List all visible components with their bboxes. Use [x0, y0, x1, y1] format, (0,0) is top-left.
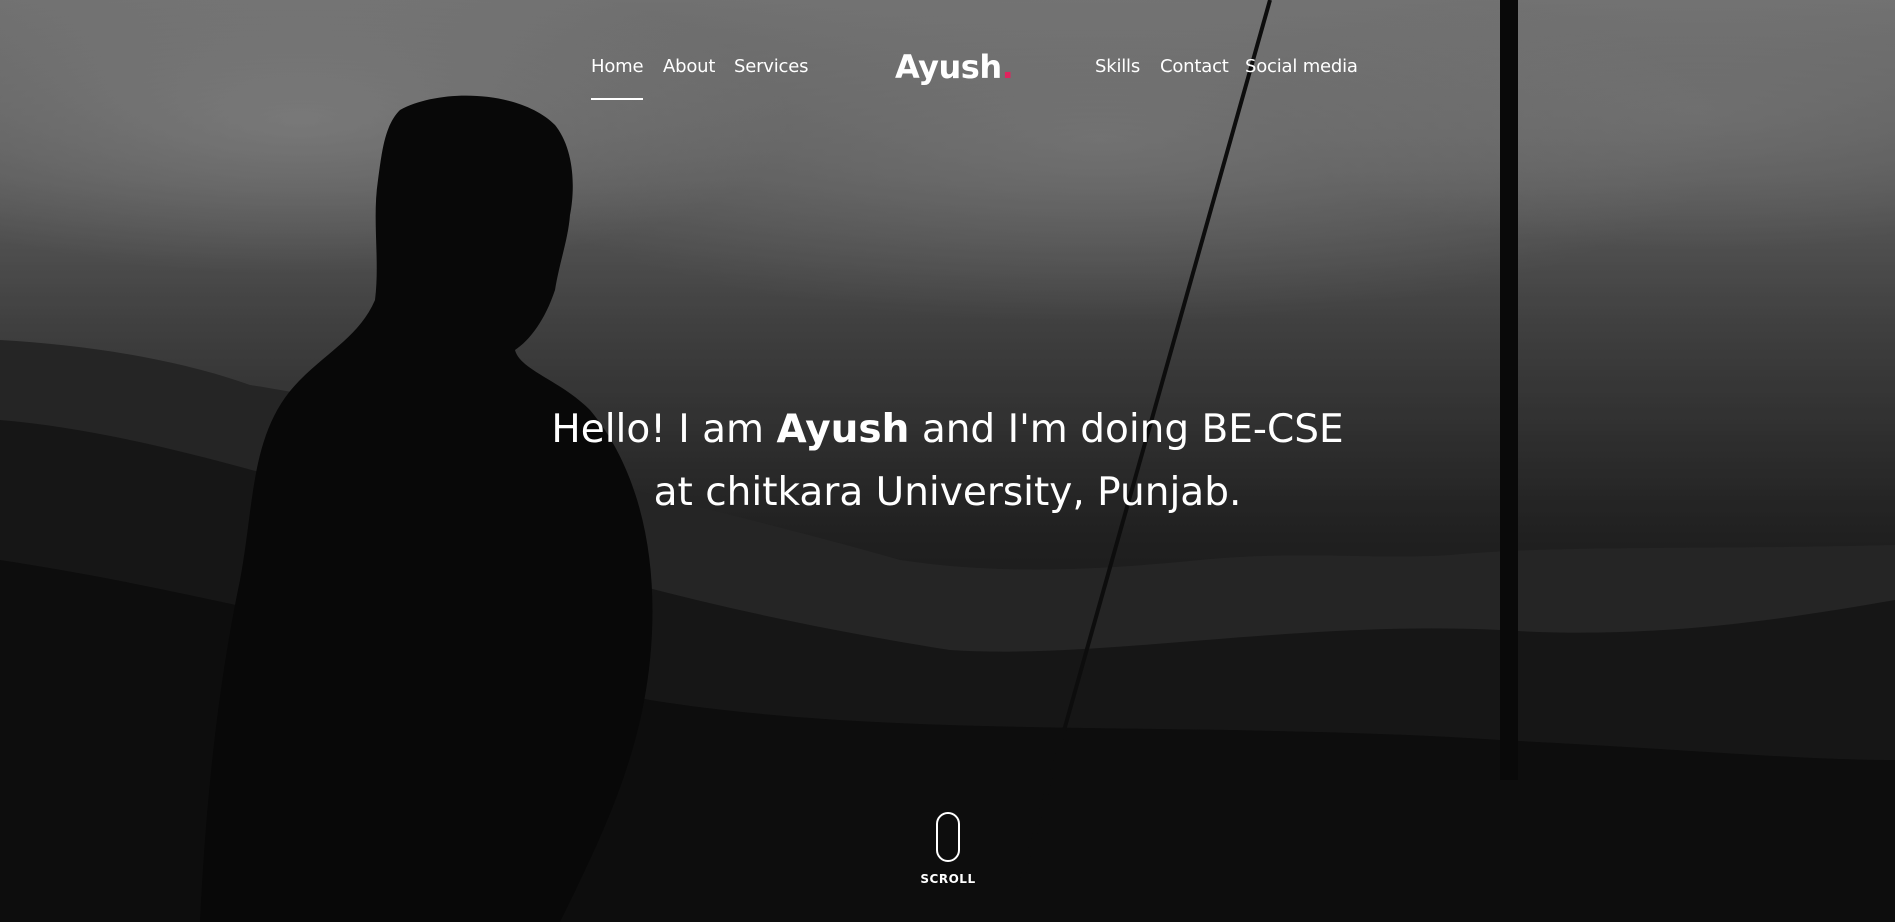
- intro-heading: Hello! I am Ayush and I'm doing BE-CSE a…: [0, 398, 1895, 524]
- nav-home-link[interactable]: Home: [591, 56, 644, 100]
- intro-name: Ayush: [776, 407, 910, 452]
- scroll-indicator[interactable]: SCROLL: [918, 812, 978, 886]
- mouse-icon: [936, 812, 960, 862]
- brand-dot: .: [1001, 48, 1014, 86]
- brand-logo[interactable]: Ayush.: [895, 48, 1014, 86]
- intro-text-pre: Hello! I am: [551, 407, 777, 452]
- scroll-label: SCROLL: [920, 872, 976, 886]
- intro-line-2: at chitkara University, Punjab.: [653, 470, 1242, 515]
- nav-skills-link[interactable]: Skills: [1095, 56, 1140, 77]
- nav-contact-link[interactable]: Contact: [1160, 56, 1229, 77]
- brand-name: Ayush: [895, 48, 1002, 86]
- intro-line-1: Hello! I am Ayush and I'm doing BE-CSE: [0, 398, 1895, 461]
- nav-services-link[interactable]: Services: [734, 56, 809, 77]
- intro-text-post: and I'm doing BE-CSE: [909, 407, 1344, 452]
- nav-about-link[interactable]: About: [663, 56, 715, 77]
- nav-social-media-link[interactable]: Social media: [1245, 56, 1358, 77]
